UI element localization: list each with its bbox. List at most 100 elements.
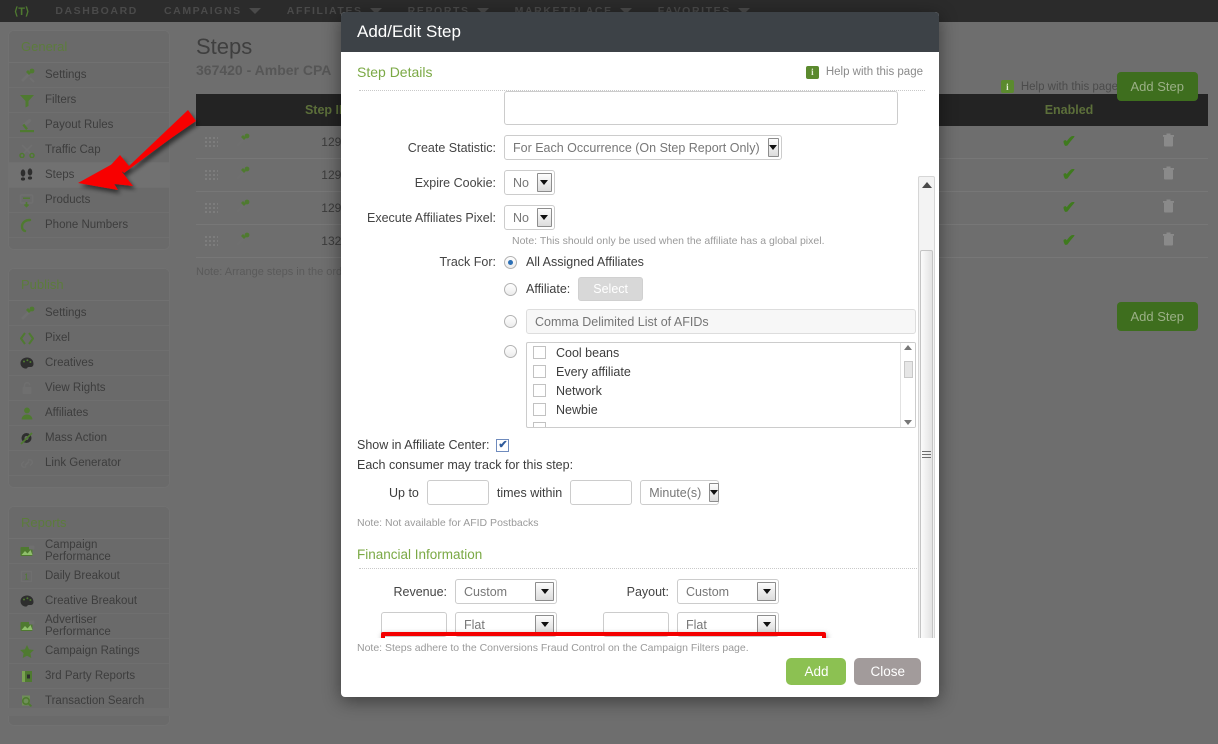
chevron-down-icon[interactable] [757,615,776,634]
list-item[interactable]: Newbie [527,400,915,419]
checkbox[interactable] [533,384,546,397]
list-item-partial[interactable] [527,419,915,427]
revenue-amount-input[interactable] [381,612,447,637]
nav-item-dashboard[interactable]: DASHBOARD [55,5,138,17]
add-button[interactable]: Add [786,658,847,685]
chevron-down-icon[interactable] [535,582,554,601]
sidebar-item-creative-breakout[interactable]: Creative Breakout [9,589,169,614]
sidebar-item-pixel[interactable]: Pixel [9,326,169,351]
row-delete-button[interactable] [1128,158,1208,192]
track-for-row-affiliate: Affiliate: Select [357,277,935,301]
row-delete-button[interactable] [1128,191,1208,225]
sidebar-item-label: Mass Action [45,432,107,444]
dialog-scrollbar[interactable] [918,176,935,638]
chevron-down-icon[interactable] [536,208,552,227]
revenue-type-select[interactable]: Custom [455,579,557,604]
sidebar-item-campaign-performance[interactable]: Campaign Performance [9,539,169,564]
up-to-input[interactable] [426,480,489,505]
list-item[interactable]: Cool beans [527,343,915,362]
revenue-mode-value: Flat [464,617,485,632]
sidebar-item-publish-settings[interactable]: Settings [9,301,169,326]
sidebar-item-label: Traffic Cap [45,144,101,156]
sidebar-item-campaign-ratings[interactable]: Campaign Ratings [9,639,169,664]
sidebar: General Settings Filters Payout Rules Tr… [8,30,170,744]
scroll-up-arrow-icon[interactable] [904,345,912,350]
revenue-type-row: Revenue: Custom [381,579,557,604]
sidebar-item-affiliates[interactable]: Affiliates [9,401,169,426]
create-statistic-select[interactable]: For Each Occurrence (On Step Report Only… [504,135,782,160]
checkbox[interactable] [533,365,546,378]
sidebar-item-filters[interactable]: Filters [9,88,169,113]
add-step-button-top[interactable]: Add Step [1116,72,1198,101]
row-drag-handle[interactable] [196,158,226,192]
nav-item-campaigns[interactable]: CAMPAIGNS [164,5,261,17]
chevron-down-icon[interactable] [709,483,720,502]
affiliate-group-listbox[interactable]: Cool beans Every affiliate Network Newbi… [526,342,916,428]
list-item[interactable]: Every affiliate [527,362,915,381]
svg-text:1: 1 [24,572,29,581]
sidebar-item-phone-numbers[interactable]: Phone Numbers [9,213,169,238]
help-with-this-page-link[interactable]: i Help with this page [1000,80,1118,93]
checkbox[interactable] [533,403,546,416]
column-enabled: Enabled [1010,94,1128,126]
row-drag-handle[interactable] [196,126,226,159]
sidebar-item-advertiser-performance[interactable]: Advertiser Performance [9,614,169,639]
scrollbar-thumb[interactable] [904,361,913,378]
row-drag-handle[interactable] [196,191,226,225]
sidebar-item-3rd-party-reports[interactable]: 3rd Party Reports [9,664,169,689]
row-delete-button[interactable] [1128,224,1208,258]
time-unit-select[interactable]: Minute(s) [640,480,720,505]
sidebar-item-daily-breakout[interactable]: 1 Daily Breakout [9,564,169,589]
radio-affiliate-groups[interactable] [504,345,517,358]
list-item[interactable]: Network [527,381,915,400]
sidebar-item-payout-rules[interactable]: Payout Rules [9,113,169,138]
grip-dots-icon [204,202,218,214]
row-edit-button[interactable] [226,158,266,192]
checkbox[interactable] [533,346,546,359]
scrollbar-thumb[interactable] [920,250,933,638]
listbox-scrollbar[interactable] [900,343,915,427]
payout-mode-select[interactable]: Flat [677,612,779,637]
chevron-down-icon[interactable] [757,582,776,601]
sidebar-item-label: 3rd Party Reports [45,670,136,682]
nav-item-label: DASHBOARD [55,5,138,17]
expire-cookie-select[interactable]: No [504,170,555,195]
description-textarea[interactable] [504,91,898,125]
sidebar-item-mass-action[interactable]: Mass Action [9,426,169,451]
sidebar-item-traffic-cap[interactable]: Traffic Cap [9,138,169,163]
payout-amount-input[interactable] [603,612,669,637]
payout-type-select[interactable]: Custom [677,579,779,604]
chevron-down-icon[interactable] [767,138,779,157]
sidebar-item-creatives[interactable]: Creatives [9,351,169,376]
sidebar-item-products[interactable]: Products [9,188,169,213]
checkbox-show-affiliate-center[interactable] [496,438,510,452]
radio-all-assigned-affiliates[interactable] [504,255,517,269]
execute-affiliates-pixel-select[interactable]: No [504,205,555,230]
add-step-button-bottom[interactable]: Add Step [1116,302,1198,331]
brand-logo[interactable]: ⟨T⟩ [14,5,29,18]
dialog-help-link[interactable]: i Help with this page [805,65,923,79]
afid-list-input[interactable] [526,309,916,334]
sidebar-item-steps[interactable]: Steps [9,163,169,188]
scroll-up-arrow-icon[interactable] [919,177,934,192]
revenue-mode-select[interactable]: Flat [455,612,557,637]
scroll-down-arrow-icon[interactable] [904,420,912,425]
sidebar-item-settings[interactable]: Settings [9,63,169,88]
row-edit-button[interactable] [226,224,266,258]
radio-affiliate[interactable] [504,282,517,296]
star-icon [17,642,37,660]
close-button[interactable]: Close [854,658,921,685]
checkbox[interactable] [533,422,546,427]
row-edit-button[interactable] [226,191,266,225]
row-delete-button[interactable] [1128,126,1208,159]
sidebar-item-view-rights[interactable]: View Rights [9,376,169,401]
dialog-header: Add/Edit Step [341,12,939,52]
row-drag-handle[interactable] [196,224,226,258]
sidebar-item-link-generator[interactable]: Link Generator [9,451,169,476]
chevron-down-icon[interactable] [535,615,554,634]
select-affiliate-button[interactable]: Select [578,277,643,301]
row-edit-button[interactable] [226,126,266,159]
radio-afid-list[interactable] [504,315,517,328]
times-within-input[interactable] [570,480,633,505]
chevron-down-icon[interactable] [536,173,552,192]
